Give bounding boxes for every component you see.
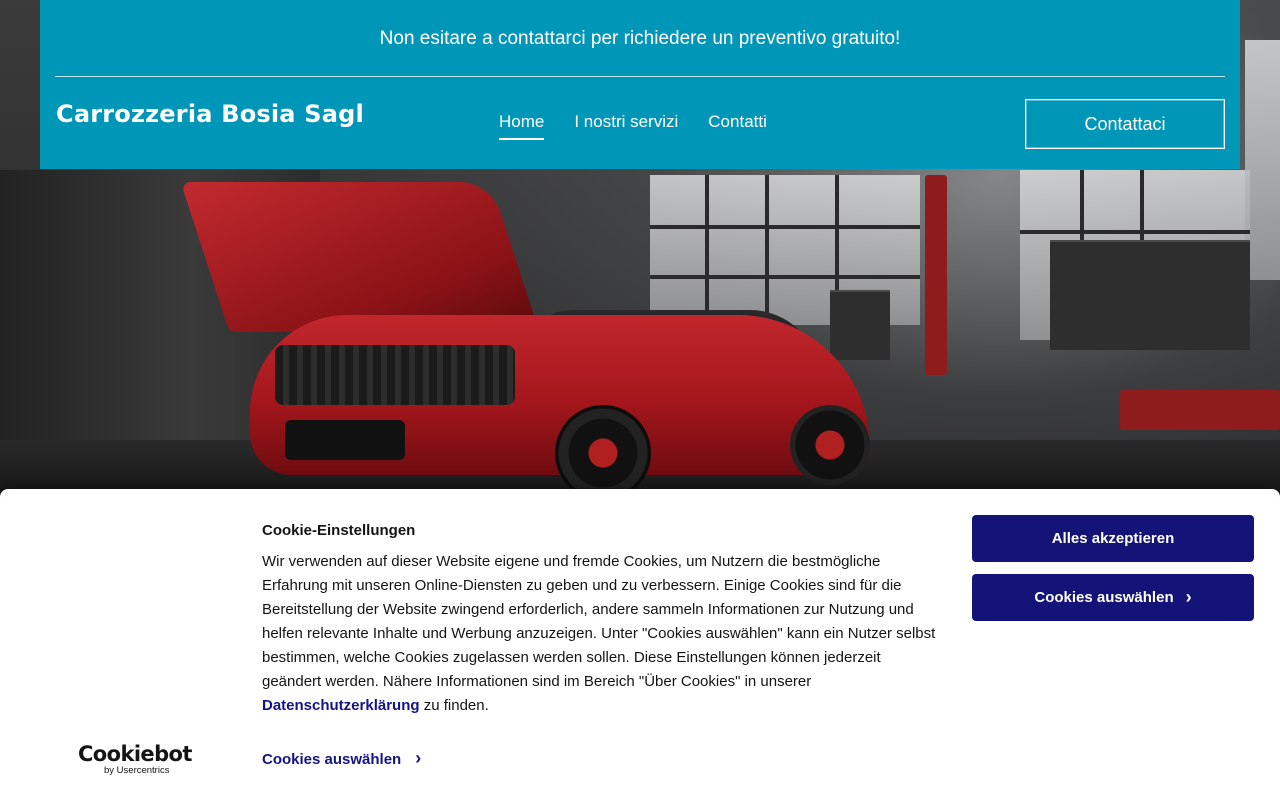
select-cookies-button[interactable]: Cookies auswählen › (972, 574, 1254, 621)
lift-post (925, 175, 947, 375)
select-cookies-link[interactable]: Cookies auswählen › (262, 748, 422, 768)
chevron-right-icon: › (1185, 586, 1192, 607)
red-equipment (1120, 390, 1280, 430)
car-engine (275, 345, 515, 405)
main-nav: Home I nostri servizi Contatti (499, 112, 767, 140)
cookie-banner: Cookie-Einstellungen Wir verwenden auf d… (0, 489, 1280, 800)
car-grille (285, 420, 405, 460)
car-wheel (555, 405, 651, 501)
announcement-text: Non esitare a contattarci per richiedere… (379, 27, 901, 49)
nav-item-home[interactable]: Home (499, 112, 545, 140)
chevron-right-icon: › (415, 748, 422, 768)
announcement-bar: Non esitare a contattarci per richiedere… (40, 0, 1240, 77)
site-header: Non esitare a contattarci per richiedere… (40, 0, 1240, 169)
car-wheel (790, 405, 870, 485)
car-hood (180, 182, 540, 332)
header-divider (55, 76, 1225, 77)
garage-window (1245, 40, 1280, 280)
privacy-policy-link[interactable]: Datenschutzerklärung (262, 697, 420, 714)
select-cookies-link-label: Cookies auswählen (262, 750, 402, 768)
cookie-description-end: zu finden. (419, 697, 489, 714)
nav-item-services[interactable]: I nostri servizi (574, 112, 678, 140)
contact-button[interactable]: Contattaci (1025, 99, 1225, 149)
cookiebot-logo: Cookiebot by Usercentrics (78, 742, 192, 776)
nav-item-contacts[interactable]: Contatti (708, 112, 767, 140)
accept-all-button[interactable]: Alles akzeptieren (972, 515, 1254, 562)
tool-rack (1050, 240, 1250, 350)
accept-all-label: Alles akzeptieren (1051, 530, 1175, 547)
cookie-title: Cookie-Einstellungen (262, 522, 416, 539)
cookie-description-text: Wir verwenden auf dieser Website eigene … (262, 553, 936, 690)
select-cookies-label: Cookies auswählen (1034, 589, 1174, 606)
site-brand[interactable]: Carrozzeria Bosia Sagl (56, 100, 364, 128)
cookie-description: Wir verwenden auf dieser Website eigene … (262, 550, 942, 718)
